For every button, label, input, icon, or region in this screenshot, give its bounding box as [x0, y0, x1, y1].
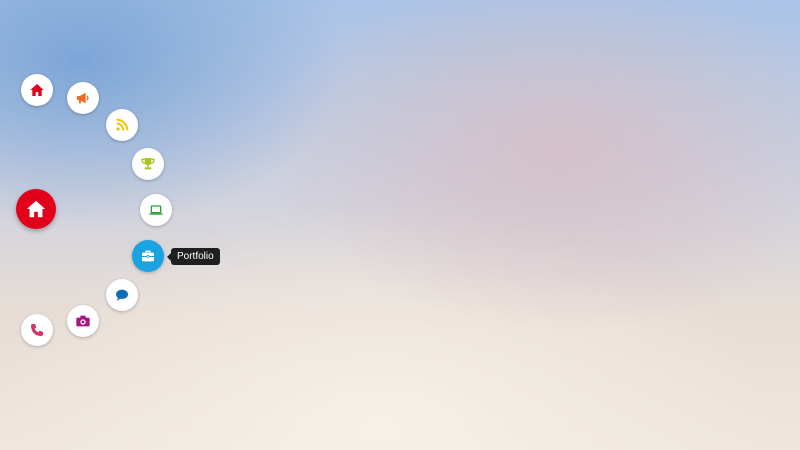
chat-bubble-icon: [116, 289, 128, 301]
menu-item-work[interactable]: [140, 194, 172, 226]
menu-item-rss[interactable]: [106, 109, 138, 141]
phone-icon: [31, 324, 43, 336]
portfolio-tooltip: Portfolio: [167, 248, 220, 265]
home-icon: [30, 84, 44, 96]
menu-item-gallery[interactable]: [67, 305, 99, 337]
megaphone-icon: [77, 92, 89, 104]
trophy-icon: [141, 158, 155, 170]
menu-item-awards[interactable]: [132, 148, 164, 180]
menu-item-chat[interactable]: [106, 279, 138, 311]
desktop-background: Portfolio: [0, 0, 800, 450]
menu-item-announcements[interactable]: [67, 82, 99, 114]
home-icon: [26, 200, 46, 218]
menu-item-contact[interactable]: [21, 314, 53, 346]
menu-toggle-button[interactable]: [16, 189, 56, 229]
menu-item-home[interactable]: [21, 74, 53, 106]
briefcase-icon: [142, 250, 154, 262]
camera-icon: [76, 315, 90, 327]
laptop-icon: [149, 205, 163, 215]
menu-item-portfolio[interactable]: [132, 240, 164, 272]
rss-icon: [116, 118, 129, 131]
